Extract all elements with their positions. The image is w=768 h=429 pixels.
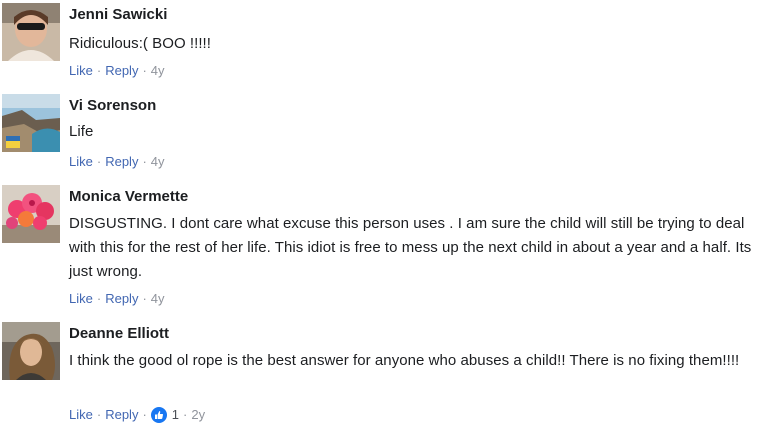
comment-author[interactable]: Vi Sorenson [69,97,156,115]
comment-author[interactable]: Deanne Elliott [69,325,169,343]
reply-link[interactable]: Reply [105,407,138,423]
avatar[interactable] [2,185,60,243]
separator: · [142,154,147,169]
comment-text: Ridiculous:( BOO !!!!! [69,35,211,52]
reply-link[interactable]: Reply [105,291,138,307]
avatar[interactable] [2,322,60,380]
separator: · [96,407,102,422]
like-link[interactable]: Like [69,63,93,79]
comment-author[interactable]: Jenni Sawicki [69,6,167,24]
comment-actions: Like · Reply · 4y [69,154,165,170]
comment-text: I think the good ol rope is the best ans… [69,352,740,369]
reply-link[interactable]: Reply [105,63,138,79]
separator: · [96,154,102,169]
reaction-summary[interactable]: 1 [150,407,180,423]
separator: · [183,407,188,422]
comment-timestamp[interactable]: 4y [151,154,165,170]
thumbs-up-icon [150,407,167,423]
comment-text: DISGUSTING. I dont care what excuse this… [69,215,752,280]
comment-timestamp[interactable]: 4y [151,291,165,307]
separator: · [142,63,147,78]
separator: · [142,291,147,306]
reply-link[interactable]: Reply [105,154,138,170]
avatar[interactable] [2,3,60,61]
separator: · [142,407,147,422]
comment-timestamp[interactable]: 2y [191,407,205,423]
comment-timestamp[interactable]: 4y [151,63,165,79]
comment-author[interactable]: Monica Vermette [69,188,188,206]
comment-actions: Like · Reply · 1 · 2y [69,407,205,423]
comment-actions: Like · Reply · 4y [69,291,165,307]
separator: · [96,63,102,78]
comment-actions: Like · Reply · 4y [69,63,165,79]
like-link[interactable]: Like [69,291,93,307]
like-link[interactable]: Like [69,407,93,423]
separator: · [96,291,102,306]
comment-text: Life [69,123,94,140]
like-link[interactable]: Like [69,154,93,170]
avatar[interactable] [2,94,60,152]
reaction-count: 1 [171,407,180,422]
